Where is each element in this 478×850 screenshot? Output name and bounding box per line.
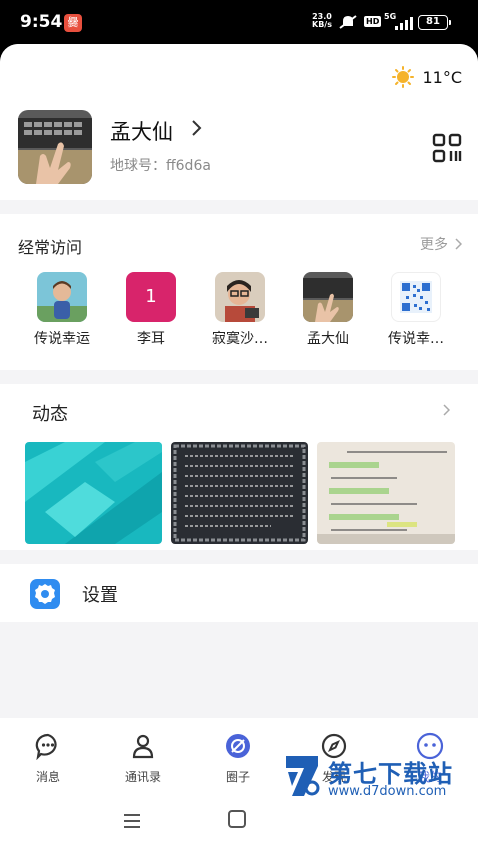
moment-thumbnail[interactable] bbox=[25, 442, 162, 544]
tab-label: 圈子 bbox=[225, 770, 250, 784]
teal-abstract-image bbox=[25, 442, 162, 544]
contact-item[interactable]: 1 李耳 bbox=[109, 272, 193, 348]
tab-contacts[interactable]: 通讯录 bbox=[103, 732, 183, 785]
contact-name: 传说幸运 bbox=[34, 331, 90, 347]
chevron-right-icon[interactable] bbox=[442, 404, 450, 416]
moments-section[interactable]: 动态 bbox=[0, 384, 478, 550]
moment-thumbnail[interactable] bbox=[317, 442, 455, 544]
person-icon bbox=[132, 734, 154, 759]
contact-item[interactable]: 孟大仙 bbox=[286, 272, 370, 348]
temperature: 11°C bbox=[422, 67, 462, 87]
sun-icon bbox=[392, 66, 415, 88]
status-time: 9:54 bbox=[20, 12, 63, 32]
status-bar: 9:54 爨 23.0 KB/s HD 5G 81 bbox=[0, 0, 478, 44]
network-speed-unit: KB/s bbox=[312, 20, 332, 29]
contact-name: 寂寞沙… bbox=[212, 331, 268, 347]
recent-apps-icon[interactable] bbox=[122, 812, 142, 830]
contact-item[interactable]: 寂寞沙… bbox=[198, 272, 282, 348]
child-photo-avatar-image bbox=[215, 272, 265, 322]
chevron-right-icon[interactable] bbox=[190, 118, 204, 138]
network-speed: 23.0 KB/s bbox=[312, 13, 332, 29]
weather: 11°C bbox=[392, 66, 462, 88]
contact-avatar bbox=[37, 272, 87, 322]
signal-bars-icon bbox=[395, 17, 413, 30]
settings-row[interactable]: 设置 bbox=[0, 564, 478, 622]
app-screen: 11°C 孟大仙 地球号：ff6d6a 经常访问 更多 传说幸运 1 李耳 寂寞… bbox=[0, 44, 478, 850]
more-link[interactable]: 更多 bbox=[420, 234, 462, 254]
moments-title: 动态 bbox=[32, 404, 68, 425]
profile-name[interactable]: 孟大仙 bbox=[110, 116, 173, 146]
contact-avatar bbox=[215, 272, 265, 322]
tab-label: 通讯录 bbox=[124, 770, 161, 784]
more-label: 更多 bbox=[420, 237, 448, 253]
contact-name: 孟大仙 bbox=[307, 331, 349, 347]
frequently-visited-section: 经常访问 更多 传说幸运 1 李耳 寂寞沙… 孟大仙 传说幸… bbox=[0, 214, 478, 370]
contact-avatar-initial: 1 bbox=[126, 272, 176, 322]
avatar-hand-image bbox=[18, 110, 92, 184]
earth-id: 地球号：ff6d6a bbox=[110, 158, 211, 174]
settings-label: 设置 bbox=[82, 585, 118, 606]
hd-badge: HD bbox=[364, 16, 382, 27]
cartoon-avatar-image bbox=[37, 272, 87, 322]
chalkboard-text-image bbox=[171, 442, 308, 544]
moment-thumbnail[interactable] bbox=[171, 442, 308, 544]
textbook-page-image bbox=[317, 442, 455, 544]
notification-app-icon: 爨 bbox=[64, 14, 82, 32]
contact-avatar bbox=[391, 272, 441, 322]
tab-label: 消息 bbox=[35, 770, 60, 784]
qr-code-avatar-image bbox=[400, 281, 432, 313]
profile-card: 11°C 孟大仙 地球号：ff6d6a bbox=[0, 44, 478, 200]
watermark-logo-icon bbox=[286, 756, 320, 796]
mute-bell-icon bbox=[339, 15, 357, 29]
chat-icon bbox=[35, 733, 57, 761]
settings-gear-icon bbox=[30, 579, 60, 609]
battery-indicator: 81 bbox=[418, 15, 451, 30]
home-button-icon[interactable] bbox=[228, 810, 246, 828]
contact-item[interactable]: 传说幸运 bbox=[20, 272, 104, 348]
contact-name: 李耳 bbox=[137, 331, 165, 347]
tab-circles[interactable]: 圈子 bbox=[198, 732, 278, 785]
contact-name: 传说幸… bbox=[388, 331, 444, 347]
avatar-hand-image bbox=[303, 272, 353, 322]
section-title: 经常访问 bbox=[18, 238, 83, 257]
tab-messages[interactable]: 消息 bbox=[8, 732, 88, 785]
profile-avatar[interactable] bbox=[18, 110, 92, 184]
chevron-right-icon bbox=[455, 238, 462, 250]
contact-avatar bbox=[303, 272, 353, 322]
site-watermark: 第七下载站 www.d7down.com bbox=[282, 752, 472, 804]
circle-slash-icon bbox=[226, 734, 250, 758]
contact-item[interactable]: 传说幸… bbox=[374, 272, 458, 348]
qr-code-icon[interactable] bbox=[432, 133, 462, 163]
watermark-url: www.d7down.com bbox=[328, 784, 447, 799]
